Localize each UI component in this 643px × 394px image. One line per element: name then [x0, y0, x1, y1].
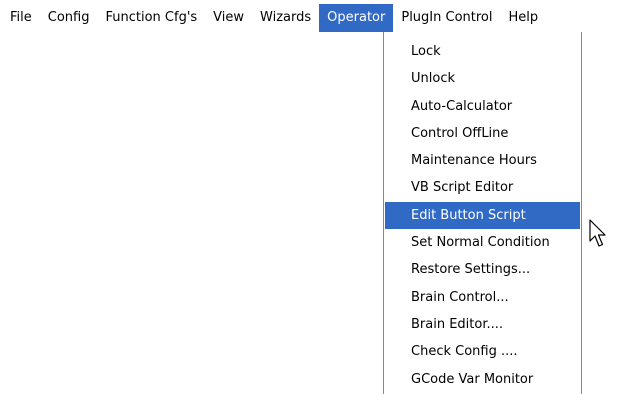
menu-item-gcode-var-monitor[interactable]: GCode Var Monitor [384, 366, 581, 393]
menu-wizards[interactable]: Wizards [252, 4, 319, 32]
menu-item-auto-calculator[interactable]: Auto-Calculator [384, 93, 581, 120]
menu-function-cfgs[interactable]: Function Cfg's [97, 4, 205, 32]
menu-plugin-control[interactable]: PlugIn Control [393, 4, 500, 32]
menu-bar: File Config Function Cfg's View Wizards … [0, 4, 643, 32]
menu-config[interactable]: Config [40, 4, 98, 32]
application-window: File Config Function Cfg's View Wizards … [0, 0, 643, 394]
menu-item-restore-settings[interactable]: Restore Settings... [384, 256, 581, 283]
menu-item-unlock[interactable]: Unlock [384, 65, 581, 92]
operator-dropdown-menu: Lock Unlock Auto-Calculator Control OffL… [383, 32, 582, 394]
menu-view[interactable]: View [205, 4, 252, 32]
menu-item-lock[interactable]: Lock [384, 38, 581, 65]
menu-item-set-normal-condition[interactable]: Set Normal Condition [384, 229, 581, 256]
menu-item-maintenance-hours[interactable]: Maintenance Hours [384, 147, 581, 174]
menu-item-brain-editor[interactable]: Brain Editor.... [384, 311, 581, 338]
menu-operator[interactable]: Operator [319, 4, 394, 32]
menu-item-vb-script-editor[interactable]: VB Script Editor [384, 174, 581, 201]
menu-item-check-config[interactable]: Check Config .... [384, 338, 581, 365]
menu-file[interactable]: File [0, 4, 40, 32]
mouse-pointer-icon [589, 219, 606, 247]
menu-item-brain-control[interactable]: Brain Control... [384, 284, 581, 311]
menu-item-control-offline[interactable]: Control OffLine [384, 120, 581, 147]
menu-item-edit-button-script[interactable]: Edit Button Script [385, 201, 580, 230]
menu-help[interactable]: Help [501, 4, 547, 32]
